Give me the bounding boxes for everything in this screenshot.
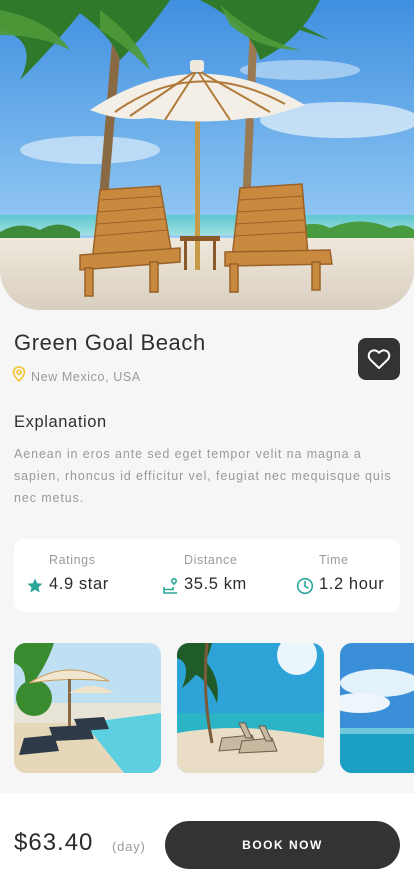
gallery-photo-beach-chairs[interactable] bbox=[177, 643, 324, 773]
gallery-photo-ocean-sky[interactable] bbox=[340, 643, 414, 773]
place-title: Green Goal Beach bbox=[14, 330, 206, 355]
stat-value: 4.9 star bbox=[49, 575, 109, 593]
clock-icon bbox=[296, 577, 314, 595]
stat-label: Distance bbox=[184, 553, 238, 567]
price-value: $63.40 bbox=[14, 829, 94, 856]
stat-value: 1.2 hour bbox=[319, 575, 385, 593]
route-icon bbox=[163, 577, 178, 594]
location-row: New Mexico, USA bbox=[12, 366, 141, 387]
stats-card: Ratings 4.9 star Distance 35.5 km Time 1… bbox=[14, 539, 400, 612]
stat-label: Ratings bbox=[49, 553, 96, 567]
stat-distance: Distance 35.5 km bbox=[149, 551, 279, 601]
gallery-photo-resort-pool[interactable] bbox=[14, 643, 161, 773]
location-pin-icon bbox=[12, 366, 26, 387]
photo-gallery[interactable] bbox=[14, 643, 414, 773]
stat-time: Time 1.2 hour bbox=[284, 551, 400, 601]
stat-label: Time bbox=[319, 553, 349, 567]
stat-ratings: Ratings 4.9 star bbox=[14, 551, 144, 601]
price-unit: (day) bbox=[112, 839, 146, 854]
favorite-button[interactable] bbox=[358, 338, 400, 380]
explanation-text: Aenean in eros ante sed eget tempor veli… bbox=[14, 447, 392, 505]
location-text: New Mexico, USA bbox=[31, 369, 141, 384]
star-icon bbox=[27, 578, 43, 593]
book-now-button[interactable]: BOOK NOW bbox=[165, 821, 400, 869]
explanation-heading: Explanation bbox=[14, 413, 107, 431]
booking-footer: $63.40 (day) BOOK NOW bbox=[0, 793, 414, 896]
stat-value: 35.5 km bbox=[184, 575, 247, 593]
heart-outline-icon bbox=[367, 349, 391, 369]
hero-image bbox=[0, 0, 414, 310]
